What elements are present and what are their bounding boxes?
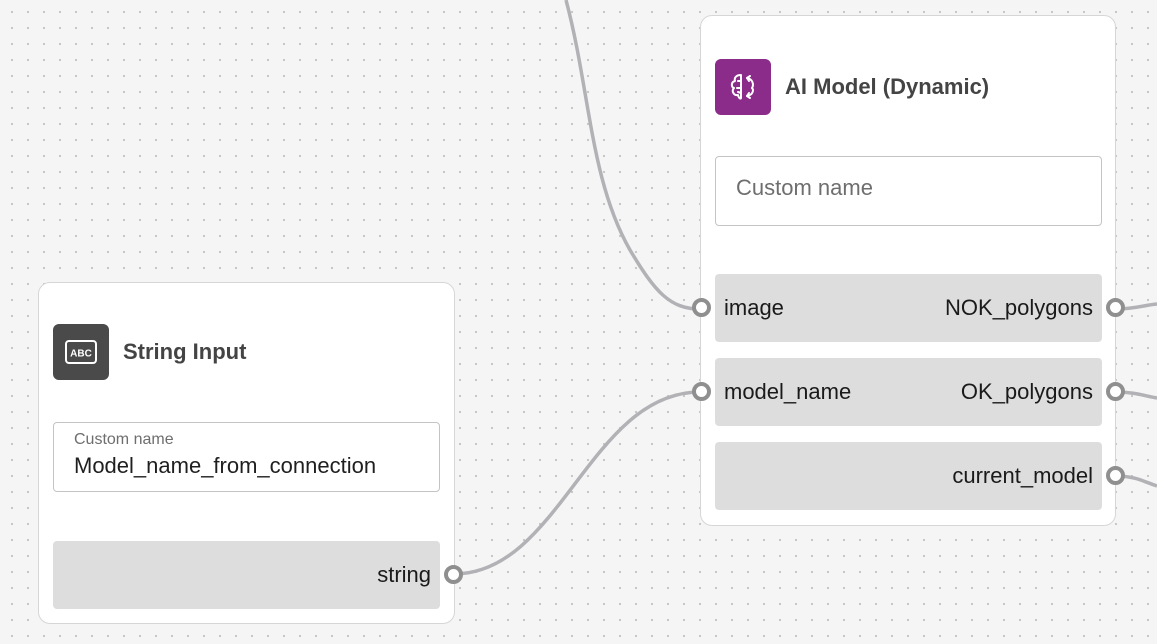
wire-offscreen-to-image[interactable] [564, 0, 701, 311]
current-model-output-label: current_model [952, 463, 1093, 488]
ai-model-node[interactable]: AI Model (Dynamic) Custom name image NOK… [692, 15, 1125, 526]
ok-polygons-output-handle[interactable] [1106, 382, 1125, 401]
string-input-custom-name-input[interactable]: Custom name Model_name_from_connection [53, 422, 440, 492]
model-name-input-label: model_name [724, 379, 852, 404]
ai-model-node-header[interactable]: AI Model (Dynamic) [715, 59, 989, 115]
model-name-input-handle[interactable] [692, 382, 711, 401]
nok-polygons-output-handle[interactable] [1106, 298, 1125, 317]
string-input-node-header[interactable]: ABC String Input [53, 324, 246, 380]
ok-polygons-output-label: OK_polygons [960, 379, 1093, 404]
wire-string-to-model-name[interactable] [453, 390, 701, 576]
string-output-label: string [377, 562, 431, 587]
custom-name-value: Model_name_from_connection [74, 453, 377, 478]
string-input-title: String Input [123, 339, 247, 364]
abc-text-icon: ABC [53, 324, 109, 380]
current-model-output-handle[interactable] [1106, 466, 1125, 485]
string-input-node[interactable]: ABC String Input Custom name Model_name_… [38, 282, 463, 624]
brain-sync-icon [715, 59, 771, 115]
port-row-model-name-ok-polygons: model_name OK_polygons [692, 358, 1125, 426]
port-row-current-model: current_model [715, 442, 1125, 510]
ai-model-title: AI Model (Dynamic) [785, 74, 990, 99]
svg-text:ABC: ABC [70, 349, 92, 360]
port-row-string: string [53, 541, 463, 609]
string-output-handle[interactable] [444, 565, 463, 584]
ai-model-custom-name-input[interactable]: Custom name [715, 156, 1102, 226]
port-row-image-nok-polygons: image NOK_polygons [692, 274, 1125, 342]
image-input-handle[interactable] [692, 298, 711, 317]
custom-name-placeholder: Custom name [736, 175, 873, 200]
custom-name-label: Custom name [74, 431, 174, 448]
image-input-label: image [724, 295, 784, 320]
nok-polygons-output-label: NOK_polygons [945, 295, 1093, 320]
